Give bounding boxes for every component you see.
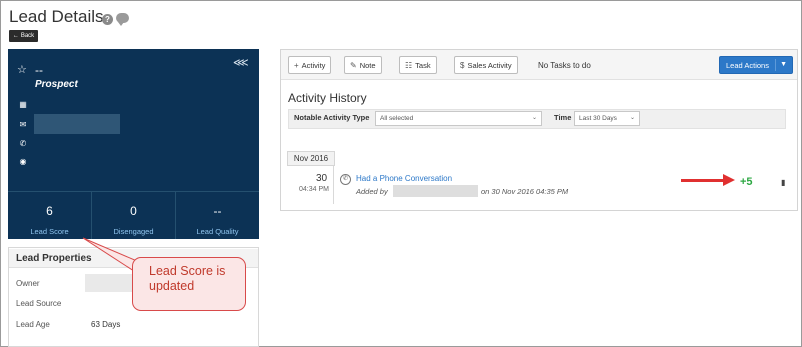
lead-age-label: Lead Age — [16, 320, 50, 329]
plus-icon: + — [294, 60, 299, 70]
activity-title-link[interactable]: Had a Phone Conversation — [356, 174, 452, 183]
activity-time: 04:34 PM — [299, 186, 329, 193]
no-tasks-text: No Tasks to do — [538, 61, 591, 70]
month-header: Nov 2016 — [287, 151, 335, 166]
email-icon: ✉ — [19, 120, 27, 129]
chevron-down-icon: ⌄ — [629, 115, 635, 121]
time-select[interactable]: Last 30 Days ⌄ — [574, 111, 640, 126]
add-activity-label: Activity — [301, 60, 326, 70]
building-icon: ▦ — [19, 100, 27, 109]
arrow-left-icon: ← — [12, 33, 19, 39]
add-sales-activity-button[interactable]: $ Sales Activity — [454, 56, 518, 74]
add-note-label: Note — [359, 60, 376, 70]
annotation-arrow-head — [723, 174, 735, 186]
add-task-label: Task — [415, 60, 431, 70]
activity-type-filter-label: Notable Activity Type — [294, 113, 370, 122]
lead-actions-button[interactable]: Lead Actions ▼ — [719, 56, 793, 74]
add-note-button[interactable]: ✎ Note — [344, 56, 382, 74]
chevron-down-icon: ▼ — [780, 61, 787, 68]
lead-actions-label: Lead Actions — [726, 60, 769, 70]
clipboard-icon: ☷ — [405, 60, 413, 70]
chat-icon[interactable] — [116, 13, 129, 26]
edit-icon: ✎ — [350, 60, 357, 70]
phone-call-icon: ✆ — [340, 174, 351, 185]
added-on-timestamp: on 30 Nov 2016 04:35 PM — [481, 187, 569, 196]
stat-lead-score[interactable]: 6 Lead Score — [8, 192, 92, 239]
annotation-arrow — [681, 179, 725, 182]
phone-icon: ✆ — [19, 139, 27, 148]
lead-quality-label: Lead Quality — [196, 227, 239, 236]
back-button[interactable]: ← Back — [9, 30, 38, 42]
lead-score-value: 6 — [46, 204, 53, 218]
lead-source-label: Lead Source — [16, 299, 62, 308]
activity-type-select-value: All selected — [380, 115, 414, 122]
timeline-line — [333, 166, 334, 204]
dollar-icon: $ — [460, 60, 465, 70]
disengaged-value: 0 — [130, 204, 137, 218]
added-by-prefix: Added by — [356, 187, 388, 196]
added-by-redacted — [393, 185, 478, 197]
star-icon[interactable]: ☆ — [17, 63, 27, 76]
stat-lead-quality[interactable]: -- Lead Quality — [176, 192, 259, 239]
back-button-label: Back — [20, 33, 35, 39]
share-icon[interactable]: ⋘ — [233, 56, 249, 69]
lead-score-label: Lead Score — [30, 227, 69, 236]
lead-age-value: 63 Days — [91, 320, 121, 329]
add-task-button[interactable]: ☷ Task — [399, 56, 437, 74]
add-sales-activity-label: Sales Activity — [467, 60, 512, 70]
lead-stage: Prospect — [35, 79, 78, 90]
stat-disengaged[interactable]: 0 Disengaged — [92, 192, 176, 239]
activity-type-select[interactable]: All selected ⌄ — [375, 111, 542, 126]
lead-quality-value: -- — [213, 204, 222, 218]
add-activity-button[interactable]: + Activity — [288, 56, 332, 74]
lead-stats: 6 Lead Score 0 Disengaged -- Lead Qualit… — [8, 191, 259, 239]
help-icon[interactable]: ? — [102, 14, 113, 25]
chevron-down-icon: ⌄ — [531, 115, 537, 121]
email-redacted — [34, 114, 120, 134]
time-filter-label: Time — [554, 113, 572, 122]
lead-name: -- — [35, 63, 43, 77]
activity-history-title: Activity History — [288, 91, 367, 105]
lead-score-callout: Lead Score is updated — [132, 257, 246, 311]
location-icon: ◉ — [19, 157, 27, 166]
activity-day: 30 — [316, 173, 328, 184]
owner-label: Owner — [16, 279, 40, 288]
page-title: Lead Details — [9, 7, 104, 26]
score-delta: +5 — [740, 176, 753, 188]
trash-icon[interactable]: ▮ — [781, 178, 785, 187]
time-select-value: Last 30 Days — [579, 115, 617, 122]
